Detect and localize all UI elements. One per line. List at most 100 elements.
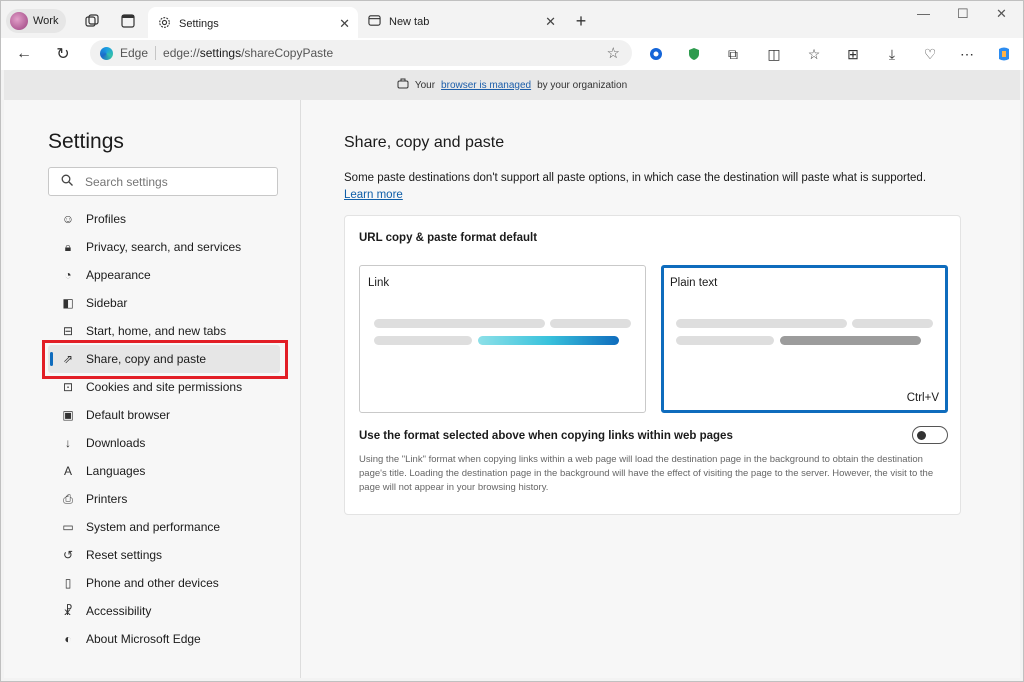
- toggle-help-text: Using the "Link" format when copying lin…: [359, 454, 934, 493]
- option-label: Link: [368, 277, 390, 289]
- copilot-icon[interactable]: [994, 44, 1014, 64]
- address-brand: Edge: [120, 46, 149, 60]
- managed-banner: Your browser is managed by your organizati…: [4, 70, 1020, 100]
- banner-suffix: by your organization: [537, 79, 628, 91]
- sidebar-item-printers[interactable]: ⎙ Printers: [48, 485, 280, 513]
- preview-bar: [676, 336, 774, 345]
- phone-icon: ▯: [64, 576, 72, 590]
- back-arrow-icon[interactable]: ←: [12, 42, 36, 66]
- palette-icon: ◔: [64, 268, 72, 282]
- sidebar-item-reset[interactable]: ↺ Reset settings: [48, 541, 280, 569]
- settings-nav-list: ☺ Profiles 🔒︎ Privacy, search, and service…: [48, 205, 280, 653]
- printer-icon: ⎙: [63, 491, 73, 506]
- accessibility-icon: ☧: [63, 604, 73, 618]
- sidebar-item-languages[interactable]: A Languages: [48, 457, 280, 485]
- extensions-puzzle-icon[interactable]: ⧉: [723, 44, 743, 64]
- sidebar-item-downloads[interactable]: ↓ Downloads: [48, 429, 280, 457]
- refresh-icon[interactable]: ↻: [51, 42, 75, 66]
- highlight-box: [42, 340, 288, 379]
- preview-text-bar: [780, 336, 921, 345]
- sidebar-item-phone[interactable]: ▯ Phone and other devices: [48, 569, 280, 597]
- download-icon: ↓: [65, 436, 71, 450]
- page-title: Share, copy and paste: [344, 134, 505, 151]
- option-link[interactable]: Link: [359, 265, 646, 413]
- tab-strip: Work Settings ✕ New tab ✕ + — ☐ ✕: [0, 0, 1024, 40]
- close-window-icon[interactable]: ✕: [996, 6, 1007, 22]
- profile-label: Work: [33, 15, 59, 27]
- new-tab-page-icon: [368, 14, 381, 30]
- toggle-knob: [917, 431, 926, 440]
- sidebar-item-appearance[interactable]: ◔ Appearance: [48, 261, 280, 289]
- reset-icon: ↺: [62, 548, 74, 562]
- browser-managed-link[interactable]: browser is managed: [441, 80, 531, 91]
- home-icon: ⊟: [62, 324, 74, 338]
- address-url: edge://settings/shareCopyPaste: [163, 46, 334, 60]
- sidebar-item-about[interactable]: ◐ About Microsoft Edge: [48, 625, 280, 653]
- browser-icon: ▣: [62, 408, 74, 422]
- url-format-card: URL copy & paste format default Link Pla…: [344, 215, 961, 515]
- search-box[interactable]: [48, 167, 278, 196]
- edge-logo-icon: [100, 46, 113, 60]
- search-input[interactable]: [85, 174, 255, 189]
- more-menu-icon[interactable]: ⋯: [957, 44, 977, 64]
- split-screen-icon[interactable]: ◫: [764, 44, 784, 64]
- downloads-icon[interactable]: ⤓: [882, 44, 902, 64]
- extension-blue-icon[interactable]: [646, 44, 666, 64]
- preview-link-bar: [478, 336, 619, 345]
- settings-sidebar: Settings ☺Profiles 🔒︎Privacy, search, an…: [4, 100, 301, 678]
- toggle-label: Use the format selected above when copyi…: [359, 430, 733, 442]
- preview-bar: [374, 336, 472, 345]
- address-separator: [155, 46, 157, 60]
- maximize-icon[interactable]: ☐: [957, 6, 969, 22]
- tab-actions-icon[interactable]: [116, 9, 140, 33]
- cookie-icon: ⊡: [62, 380, 74, 394]
- new-tab-plus-icon[interactable]: +: [569, 9, 593, 33]
- learn-more-link[interactable]: Learn more: [344, 189, 403, 201]
- favorites-icon[interactable]: ☆: [804, 44, 824, 64]
- tab-new-tab[interactable]: New tab ✕: [358, 7, 564, 37]
- tab-label: Settings: [179, 17, 219, 30]
- option-label: Plain text: [670, 277, 718, 289]
- profile-icon: ☺: [61, 212, 75, 226]
- profile-button[interactable]: Work: [6, 9, 66, 33]
- edge-logo-icon: ◐: [64, 632, 72, 646]
- page-description: Some paste destinations don't support al…: [344, 172, 927, 201]
- card-title: URL copy & paste format default: [359, 232, 538, 244]
- preview-bar: [852, 319, 933, 328]
- banner-prefix: Your: [414, 79, 436, 91]
- sidebar-item-system[interactable]: ▭ System and performance: [48, 513, 280, 541]
- sidebar-item-privacy[interactable]: 🔒︎ Privacy, search, and services: [48, 233, 280, 261]
- sidebar-item-sidebar[interactable]: ◧ Sidebar: [48, 289, 280, 317]
- address-bar[interactable]: Edge edge://settings/shareCopyPaste ☆: [90, 40, 632, 66]
- sidebar-item-accessibility[interactable]: ☧ Accessibility: [48, 597, 280, 625]
- minimize-icon[interactable]: —: [917, 6, 930, 21]
- avatar: [10, 12, 28, 30]
- lock-icon: 🔒︎: [64, 239, 72, 254]
- search-icon: [61, 174, 73, 189]
- briefcase-icon: [397, 78, 409, 92]
- use-format-toggle[interactable]: [912, 426, 948, 444]
- settings-main: Share, copy and paste Some paste destina…: [301, 100, 1020, 678]
- sidebar-icon: ◧: [62, 296, 74, 310]
- sidebar-item-profiles[interactable]: ☺ Profiles: [48, 205, 280, 233]
- shield-icon[interactable]: [684, 44, 704, 64]
- tab-label: New tab: [389, 16, 430, 28]
- shortcut-label: Ctrl+V: [906, 392, 939, 404]
- preview-bar: [550, 319, 631, 328]
- sidebar-title: Settings: [48, 130, 124, 153]
- tab-settings[interactable]: Settings ✕: [148, 7, 358, 40]
- sidebar-item-default-browser[interactable]: ▣ Default browser: [48, 401, 280, 429]
- close-tab-icon[interactable]: ✕: [339, 16, 350, 32]
- option-plain-text[interactable]: Plain text Ctrl+V: [661, 265, 948, 413]
- navigation-bar: ← ↻ Edge edge://settings/shareCopyPaste …: [0, 38, 1024, 70]
- workspaces-icon[interactable]: [80, 9, 104, 33]
- laptop-icon: ▭: [62, 520, 74, 534]
- collections-icon[interactable]: ⊞: [843, 44, 863, 64]
- close-tab-icon[interactable]: ✕: [545, 14, 556, 30]
- gear-icon: [158, 16, 171, 32]
- favorite-star-icon[interactable]: ☆: [607, 44, 620, 62]
- browser-essentials-icon[interactable]: ♡: [920, 44, 940, 64]
- language-icon: A: [63, 464, 72, 478]
- preview-bar: [676, 319, 847, 328]
- preview-bar: [374, 319, 545, 328]
